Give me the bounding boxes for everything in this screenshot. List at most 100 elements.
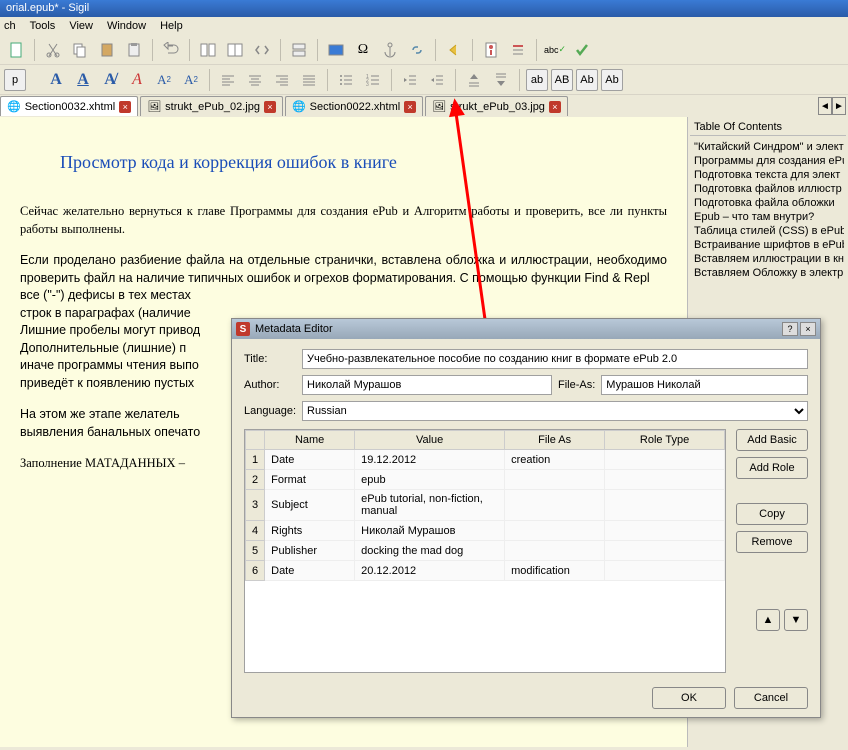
- anchor-icon[interactable]: [378, 38, 402, 62]
- case-lower-button[interactable]: ab: [526, 69, 548, 91]
- menu-item[interactable]: Help: [160, 20, 183, 32]
- case-sentence-button[interactable]: Ab: [601, 69, 623, 91]
- table-row[interactable]: 5Publisherdocking the mad dog: [246, 541, 725, 561]
- tab[interactable]: 🌐 Section0022.xhtml ×: [285, 96, 423, 116]
- tab[interactable]: 🌐 Section0032.xhtml ×: [0, 96, 138, 116]
- superscript-icon[interactable]: A2: [179, 68, 203, 92]
- list-number-icon[interactable]: 123: [361, 68, 385, 92]
- toc-item[interactable]: Вставляем Обложку в электр: [692, 266, 844, 280]
- table-row[interactable]: 3SubjectePub tutorial, non-fiction, manu…: [246, 490, 725, 521]
- menu-item[interactable]: ch: [4, 20, 16, 32]
- col-header[interactable]: File As: [505, 431, 605, 450]
- title-input[interactable]: [302, 349, 808, 369]
- close-button[interactable]: ×: [800, 322, 816, 336]
- toc-title: Table Of Contents: [690, 119, 846, 135]
- table-row[interactable]: 4RightsНиколай Мурашов: [246, 521, 725, 541]
- split-icon[interactable]: [287, 38, 311, 62]
- paragraph: Сейчас желательно вернуться к главе Прог…: [20, 203, 667, 238]
- tab-label: Section0022.xhtml: [310, 101, 401, 113]
- close-icon[interactable]: ×: [119, 101, 131, 113]
- clipboard-icon[interactable]: [122, 38, 146, 62]
- close-icon[interactable]: ×: [404, 101, 416, 113]
- tab[interactable]: 🖼 strukt_ePub_02.jpg ×: [140, 96, 283, 116]
- remove-button[interactable]: Remove: [736, 531, 808, 553]
- spellcheck-icon[interactable]: abc✓: [543, 38, 567, 62]
- insert-image-icon[interactable]: [324, 38, 348, 62]
- align-left-icon[interactable]: [216, 68, 240, 92]
- toc-item[interactable]: Программы для создания ePu: [692, 154, 844, 168]
- book-view-icon[interactable]: [196, 38, 220, 62]
- paste-icon[interactable]: [95, 38, 119, 62]
- toolbar-2: p A A A̸ A A2 A2 123 ab AB Ab Ab: [0, 65, 848, 95]
- font-blue-icon[interactable]: A: [44, 68, 68, 92]
- tab-next-button[interactable]: ►: [832, 97, 846, 115]
- dialog-titlebar[interactable]: S Metadata Editor ? ×: [232, 319, 820, 339]
- paragraph-icon[interactable]: p: [4, 69, 26, 91]
- align-right-icon[interactable]: [270, 68, 294, 92]
- add-role-button[interactable]: Add Role: [736, 457, 808, 479]
- indent-icon[interactable]: [425, 68, 449, 92]
- special-char-icon[interactable]: Ω: [351, 38, 375, 62]
- case-title-button[interactable]: Ab: [576, 69, 598, 91]
- list-bullet-icon[interactable]: [334, 68, 358, 92]
- subscript-icon[interactable]: A2: [152, 68, 176, 92]
- new-icon[interactable]: [4, 38, 28, 62]
- table-row[interactable]: 1Date19.12.2012creation: [246, 450, 725, 470]
- svg-text:3: 3: [366, 82, 369, 88]
- fileas-label: File-As:: [558, 379, 595, 391]
- toc-item[interactable]: Подготовка текста для элект: [692, 168, 844, 182]
- menu-item[interactable]: Tools: [30, 20, 56, 32]
- heading-up-icon[interactable]: [462, 68, 486, 92]
- toc-item[interactable]: "Китайский Синдром" и элект: [692, 140, 844, 154]
- font-italic-red-icon[interactable]: A: [125, 68, 149, 92]
- metadata-table[interactable]: Name Value File As Role Type 1Date19.12.…: [244, 429, 726, 673]
- chrome-icon: 🌐: [7, 100, 21, 113]
- toc-item[interactable]: Таблица стилей (CSS) в ePub: [692, 224, 844, 238]
- heading-down-icon[interactable]: [489, 68, 513, 92]
- outdent-icon[interactable]: [398, 68, 422, 92]
- table-row[interactable]: 2Formatepub: [246, 470, 725, 490]
- help-button[interactable]: ?: [782, 322, 798, 336]
- table-row[interactable]: 6Date20.12.2012modification: [246, 561, 725, 581]
- col-header[interactable]: Role Type: [605, 431, 725, 450]
- font-slash-icon[interactable]: A̸: [98, 68, 122, 92]
- menu-item[interactable]: Window: [107, 20, 146, 32]
- toc-item[interactable]: Подготовка файла обложки: [692, 196, 844, 210]
- cut-icon[interactable]: [41, 38, 65, 62]
- toc-item[interactable]: Epub – что там внутри?: [692, 210, 844, 224]
- close-icon[interactable]: ×: [549, 101, 561, 113]
- toc-item[interactable]: Встраивание шрифтов в ePub: [692, 238, 844, 252]
- col-header[interactable]: [246, 431, 265, 450]
- language-select[interactable]: Russian: [302, 401, 808, 421]
- toc-item[interactable]: Вставляем иллюстрации в кн: [692, 252, 844, 266]
- tab-prev-button[interactable]: ◄: [818, 97, 832, 115]
- move-up-button[interactable]: ▲: [756, 609, 780, 631]
- link-icon[interactable]: [405, 38, 429, 62]
- add-basic-button[interactable]: Add Basic: [736, 429, 808, 451]
- col-header[interactable]: Name: [265, 431, 355, 450]
- cancel-button[interactable]: Cancel: [734, 687, 808, 709]
- case-upper-button[interactable]: AB: [551, 69, 573, 91]
- split-view-icon[interactable]: [223, 38, 247, 62]
- tabbar: 🌐 Section0032.xhtml × 🖼 strukt_ePub_02.j…: [0, 95, 848, 117]
- move-down-button[interactable]: ▼: [784, 609, 808, 631]
- align-justify-icon[interactable]: [297, 68, 321, 92]
- validate-icon[interactable]: [570, 38, 594, 62]
- fileas-input[interactable]: [601, 375, 808, 395]
- metadata-dialog: S Metadata Editor ? × Title: Author: Fil…: [231, 318, 821, 718]
- toc-icon[interactable]: [506, 38, 530, 62]
- align-center-icon[interactable]: [243, 68, 267, 92]
- col-header[interactable]: Value: [355, 431, 505, 450]
- font-underline-icon[interactable]: A: [71, 68, 95, 92]
- close-icon[interactable]: ×: [264, 101, 276, 113]
- copy-icon[interactable]: [68, 38, 92, 62]
- ok-button[interactable]: OK: [652, 687, 726, 709]
- code-view-icon[interactable]: [250, 38, 274, 62]
- menu-item[interactable]: View: [69, 20, 93, 32]
- copy-button[interactable]: Copy: [736, 503, 808, 525]
- back-icon[interactable]: [442, 38, 466, 62]
- undo-icon[interactable]: [159, 38, 183, 62]
- metadata-icon[interactable]: [479, 38, 503, 62]
- author-input[interactable]: [302, 375, 552, 395]
- toc-item[interactable]: Подготовка файлов иллюстр: [692, 182, 844, 196]
